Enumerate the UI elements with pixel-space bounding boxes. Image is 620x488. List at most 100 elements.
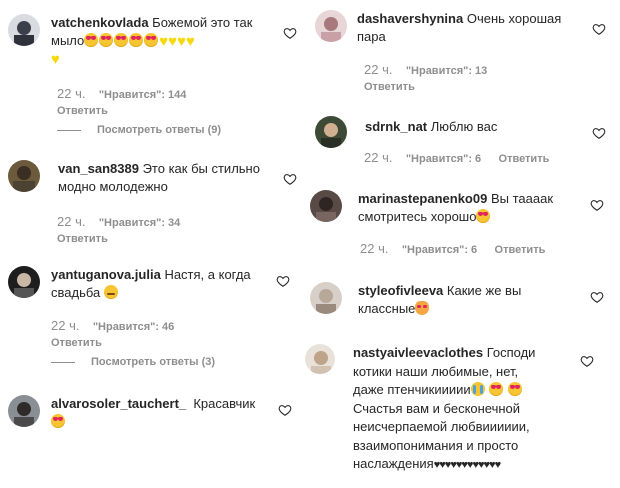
replies-divider — [57, 129, 81, 131]
avatar[interactable] — [8, 266, 40, 298]
comment-time: 22 ч. — [57, 86, 86, 101]
comment-item: vatchenkovlada Божемой это так мыло ♥♥♥♥ … — [8, 14, 298, 139]
like-heart-icon[interactable] — [276, 274, 290, 288]
comment-body: Настя, а когда — [164, 267, 251, 282]
comment-text: nastyaivleevaclothes Господи котики наши… — [353, 344, 598, 475]
comment-username[interactable]: alvarosoler_tauchert_ — [51, 396, 186, 411]
yellow-heart-icon: ♥ — [51, 51, 60, 68]
comment-likes[interactable]: "Нравится": 34 — [99, 217, 180, 229]
comment-text: marinastepanenko09 Вы таааак смотритесь … — [358, 190, 598, 226]
like-heart-icon[interactable] — [592, 22, 606, 36]
comment-body-line7: наслаждения — [353, 456, 434, 471]
avatar[interactable] — [8, 160, 40, 192]
comment-item: van_san8389 Это как бы стильно модно мол… — [8, 160, 298, 250]
comment-body-cont: свадьба — [51, 285, 101, 300]
comment-body: Красавчик — [193, 396, 256, 411]
heart-eyes-emoji-icon — [99, 33, 114, 47]
comment-text: alvarosoler_tauchert_ Красавчик — [51, 395, 286, 431]
view-replies-button[interactable]: Посмотреть ответы (3) — [51, 356, 215, 368]
yellow-heart-icon: ♥ — [185, 33, 195, 50]
like-heart-icon[interactable] — [590, 198, 604, 212]
like-heart-icon[interactable] — [592, 126, 606, 140]
comment-username[interactable]: yantuganova.julia — [51, 267, 161, 282]
comment-body-line5: неисчерпаемой любвииииии, — [353, 419, 530, 434]
comment-body-line3: даже птенчикиииии — [353, 382, 471, 397]
avatar[interactable] — [310, 282, 342, 314]
heart-eyes-emoji-icon — [476, 209, 491, 223]
comment-time: 22 ч. — [360, 241, 389, 256]
comment-body-cont: классные — [358, 301, 416, 316]
comment-item: yantuganova.julia Настя, а когда свадьба… — [8, 266, 298, 376]
comment-meta: 22 ч. "Нравится": 144 Ответить — [57, 86, 200, 119]
comment-likes[interactable]: "Нравится": 6 — [406, 153, 481, 165]
reply-button[interactable]: Ответить — [364, 79, 501, 95]
comment-username[interactable]: nastyaivleevaclothes — [353, 345, 483, 360]
like-heart-icon[interactable] — [590, 290, 604, 304]
comment-body-line4: Счастья вам и бесконечной — [353, 400, 521, 416]
heart-eyes-emoji-icon — [114, 33, 129, 47]
comment-item: alvarosoler_tauchert_ Красавчик — [8, 395, 298, 455]
comment-time: 22 ч. — [51, 318, 80, 333]
yellow-heart-icon: ♥ — [159, 33, 169, 50]
comment-item: nastyaivleevaclothes Господи котики наши… — [305, 344, 610, 484]
avatar[interactable] — [305, 344, 335, 374]
heart-eyes-emoji-icon — [51, 414, 65, 428]
comment-body-line6: взаимопонимания и просто — [353, 437, 519, 453]
reply-button[interactable]: Ответить — [51, 335, 188, 351]
yellow-heart-icon: ♥ — [177, 33, 186, 50]
comment-time: 22 ч. — [364, 150, 393, 165]
comment-likes[interactable]: "Нравится": 13 — [406, 65, 487, 77]
comment-text: styleofivleeva Какие же вы классные — [358, 282, 598, 318]
comment-meta: 22 ч. "Нравится": 13 Ответить — [364, 62, 501, 95]
comment-meta: 22 ч. "Нравится": 6 Ответить — [364, 150, 549, 167]
comment-meta: 22 ч. "Нравится": 6 Ответить — [360, 241, 545, 258]
comment-text: yantuganova.julia Настя, а когда свадьба — [51, 266, 276, 302]
like-heart-icon[interactable] — [580, 354, 594, 368]
like-heart-icon[interactable] — [283, 26, 297, 40]
view-replies-label: Посмотреть ответы (9) — [97, 124, 222, 136]
comment-item: dashavershynina Очень хорошая пара 22 ч.… — [315, 10, 610, 100]
comment-username[interactable]: van_san8389 — [58, 161, 139, 176]
reply-button[interactable]: Ответить — [57, 231, 194, 247]
heart-eyes-emoji-icon — [129, 33, 144, 47]
comment-text: vatchenkovlada Божемой это так мыло ♥♥♥♥ … — [51, 14, 276, 68]
comment-likes[interactable]: "Нравится": 6 — [402, 244, 477, 256]
heart-eyes-emoji-icon — [489, 382, 504, 396]
grinning-face-emoji-icon — [103, 285, 118, 299]
like-heart-icon[interactable] — [283, 172, 297, 186]
comment-item: styleofivleeva Какие же вы классные — [310, 282, 610, 322]
view-replies-label: Посмотреть ответы (3) — [91, 356, 216, 368]
reply-button[interactable]: Ответить — [57, 103, 200, 119]
comment-username[interactable]: marinastepanenko09 — [358, 191, 487, 206]
view-replies-button[interactable]: Посмотреть ответы (9) — [57, 124, 221, 136]
black-hearts-icon: ♥♥♥♥♥♥♥♥♥♥♥♥ — [433, 459, 501, 471]
comment-body-cont: смотритесь хорошо — [358, 209, 477, 224]
comment-text: sdrnk_nat Люблю вас — [365, 118, 595, 136]
comment-likes[interactable]: "Нравится": 144 — [99, 89, 187, 101]
avatar[interactable] — [315, 116, 347, 148]
heart-eyes-emoji-icon — [507, 382, 522, 396]
heart-eyes-cat-emoji-icon — [415, 301, 430, 315]
reply-button[interactable]: Ответить — [499, 153, 550, 165]
comment-username[interactable]: sdrnk_nat — [365, 119, 427, 134]
comment-username[interactable]: dashavershynina — [357, 11, 463, 26]
comment-text: dashavershynina Очень хорошая пара — [357, 10, 587, 46]
avatar[interactable] — [315, 10, 347, 42]
avatar[interactable] — [310, 190, 342, 222]
like-heart-icon[interactable] — [278, 403, 292, 417]
replies-divider — [51, 361, 75, 363]
comment-username[interactable]: styleofivleeva — [358, 283, 443, 298]
comment-body-cont: пара — [357, 29, 386, 44]
comment-body: Это как бы стильно — [142, 161, 260, 176]
comment-username[interactable]: vatchenkovlada — [51, 15, 149, 30]
avatar[interactable] — [8, 395, 40, 427]
heart-eyes-emoji-icon — [84, 33, 99, 47]
comment-body: Очень хорошая — [466, 11, 562, 26]
comment-likes[interactable]: "Нравится": 46 — [93, 321, 174, 333]
reply-button[interactable]: Ответить — [495, 244, 546, 256]
heart-eyes-emoji-icon — [144, 33, 159, 47]
avatar[interactable] — [8, 14, 40, 46]
comment-text: van_san8389 Это как бы стильно модно мол… — [58, 160, 283, 196]
comment-meta: 22 ч. "Нравится": 46 Ответить — [51, 318, 188, 351]
comment-time: 22 ч. — [364, 62, 393, 77]
